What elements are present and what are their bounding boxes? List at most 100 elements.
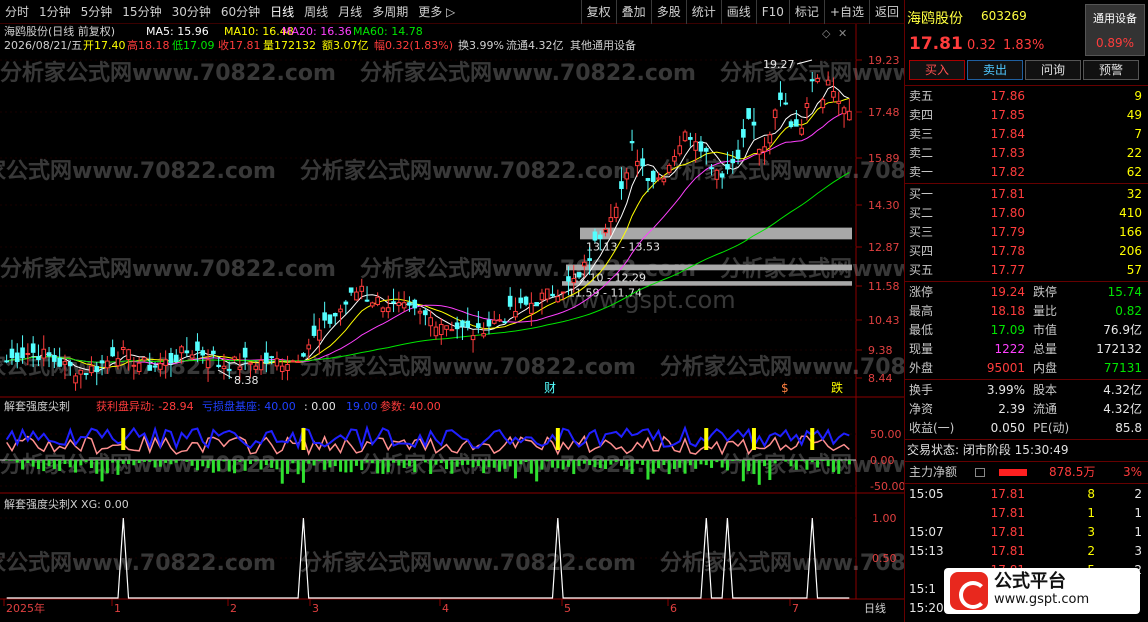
- stat-label: 跌停: [1033, 285, 1058, 299]
- book-volume: 166: [1119, 225, 1142, 239]
- price-tick: 14.30: [868, 199, 900, 212]
- book-row[interactable]: 买一 17.81 32: [905, 185, 1148, 204]
- book-volume: 49: [1126, 108, 1142, 122]
- book-row[interactable]: 买四 17.78 206: [905, 242, 1148, 261]
- candle: [783, 102, 789, 105]
- book-row[interactable]: 卖一 17.82 62: [905, 163, 1148, 182]
- candle: [809, 79, 815, 82]
- sell-button[interactable]: 卖出: [967, 60, 1023, 80]
- period-tab-8[interactable]: 月线: [333, 0, 367, 24]
- book-row[interactable]: 买二 17.80 410: [905, 204, 1148, 223]
- tool-button-7[interactable]: +自选: [823, 0, 869, 24]
- tool-button-8[interactable]: 返回: [868, 0, 904, 24]
- period-tab-7[interactable]: 周线: [299, 0, 333, 24]
- ind1-bar: [328, 460, 332, 468]
- ind1-bar: [651, 460, 655, 474]
- book-row[interactable]: 卖四 17.85 49: [905, 106, 1148, 125]
- candle: [290, 360, 296, 363]
- candle: [232, 356, 237, 360]
- ind1-bar: [381, 460, 385, 474]
- candle: [78, 369, 84, 375]
- ind1-bar: [487, 460, 491, 468]
- candle: [550, 293, 555, 297]
- tool-button-2[interactable]: 多股: [650, 0, 686, 24]
- ind1-bar: [21, 460, 25, 470]
- ind1-bar: [74, 460, 78, 473]
- period-tab-10[interactable]: 更多 ▷: [413, 0, 460, 24]
- candle: [831, 91, 836, 98]
- book-row[interactable]: 买五 17.77 57: [905, 261, 1148, 280]
- bar-amount: 额3.07亿: [322, 39, 369, 52]
- ind1-bar: [800, 460, 804, 462]
- time-tick: 1: [114, 602, 121, 615]
- kline-svg[interactable]: 分析家公式网www.70822.com 分析家公式网www.70822.com 分析…: [0, 24, 1056, 622]
- stat-value: 95001: [986, 361, 1025, 375]
- ind1-bar: [434, 460, 438, 465]
- candle: [258, 359, 264, 371]
- ind1-spike: [704, 428, 709, 450]
- ind1-bar: [577, 460, 581, 467]
- candle: [306, 344, 312, 350]
- candle: [184, 350, 190, 354]
- price-tick: 12.87: [868, 241, 900, 254]
- period-tab-9[interactable]: 多周期: [367, 0, 413, 24]
- support-zone-label: 11.59 - 11.74: [568, 287, 642, 300]
- book-label: 买二: [909, 206, 934, 220]
- kline-chart-area[interactable]: 分析家公式网www.70822.com 分析家公式网www.70822.com 分析…: [0, 24, 1056, 622]
- candle: [211, 350, 216, 354]
- period-tab-2[interactable]: 5分钟: [76, 0, 118, 24]
- time-axis-period[interactable]: 日线: [864, 601, 886, 615]
- buy-button[interactable]: 买入: [909, 60, 965, 80]
- ind1-bar: [752, 460, 756, 475]
- stat-value: 1222: [994, 342, 1025, 356]
- ind1-bar: [307, 460, 311, 464]
- ind1-bar: [540, 460, 544, 470]
- tool-button-6[interactable]: 标记: [788, 0, 824, 24]
- candle: [396, 302, 402, 307]
- ind1-bar: [153, 460, 157, 468]
- ind1-bar: [450, 460, 454, 474]
- indicator1-l2: 亏损盘基座: 40.00: [202, 399, 296, 413]
- ind1-bar: [710, 460, 714, 468]
- ind1-bar: [238, 460, 242, 462]
- tool-button-4[interactable]: 画线: [720, 0, 756, 24]
- book-row[interactable]: 卖二 17.83 22: [905, 144, 1148, 163]
- ind1-bar: [280, 460, 284, 484]
- period-tab-3[interactable]: 15分钟: [117, 0, 166, 24]
- tick-price: 17.81: [990, 544, 1025, 558]
- stat-label: 收益(一): [909, 421, 955, 435]
- ind1-bar: [26, 460, 30, 463]
- main-flow-row: 主力净额 878.5万 3%: [905, 463, 1148, 482]
- tool-button-5[interactable]: F10: [755, 0, 789, 24]
- watermark-text: 分析家公式网www.70822.com: [660, 550, 904, 576]
- close-icon[interactable]: ✕: [838, 27, 847, 40]
- alert-button[interactable]: 预警: [1083, 60, 1139, 80]
- tool-button-0[interactable]: 复权: [580, 0, 616, 24]
- ind1-bar: [566, 460, 570, 467]
- period-tab-0[interactable]: 分时: [0, 0, 34, 24]
- book-row[interactable]: 卖五 17.86 9: [905, 87, 1148, 106]
- candle: [703, 148, 709, 152]
- time-tick: 7: [792, 602, 799, 615]
- book-row[interactable]: 卖三 17.84 7: [905, 125, 1148, 144]
- tool-button-1[interactable]: 叠加: [615, 0, 651, 24]
- tool-button-3[interactable]: 统计: [685, 0, 721, 24]
- candle: [645, 178, 651, 181]
- period-tab-5[interactable]: 60分钟: [216, 0, 265, 24]
- main-flow-label: 主力净额: [909, 465, 958, 479]
- book-row[interactable]: 买三 17.79 166: [905, 223, 1148, 242]
- candle: [41, 348, 47, 359]
- list-icon[interactable]: [975, 468, 985, 477]
- trade-status-row: 交易状态: 闭市阶段 15:30:49: [905, 441, 1148, 460]
- period-tab-1[interactable]: 1分钟: [34, 0, 76, 24]
- ind1-bar: [42, 460, 46, 472]
- candle: [158, 363, 163, 370]
- ind1-bar: [376, 460, 380, 474]
- query-button[interactable]: 问询: [1025, 60, 1081, 80]
- stat-value: 4.32亿: [1103, 402, 1142, 416]
- settings-icon[interactable]: ◇: [822, 27, 831, 40]
- candle: [730, 158, 736, 164]
- candle: [179, 346, 184, 354]
- period-tab-6[interactable]: 日线: [265, 0, 299, 24]
- period-tab-4[interactable]: 30分钟: [167, 0, 216, 24]
